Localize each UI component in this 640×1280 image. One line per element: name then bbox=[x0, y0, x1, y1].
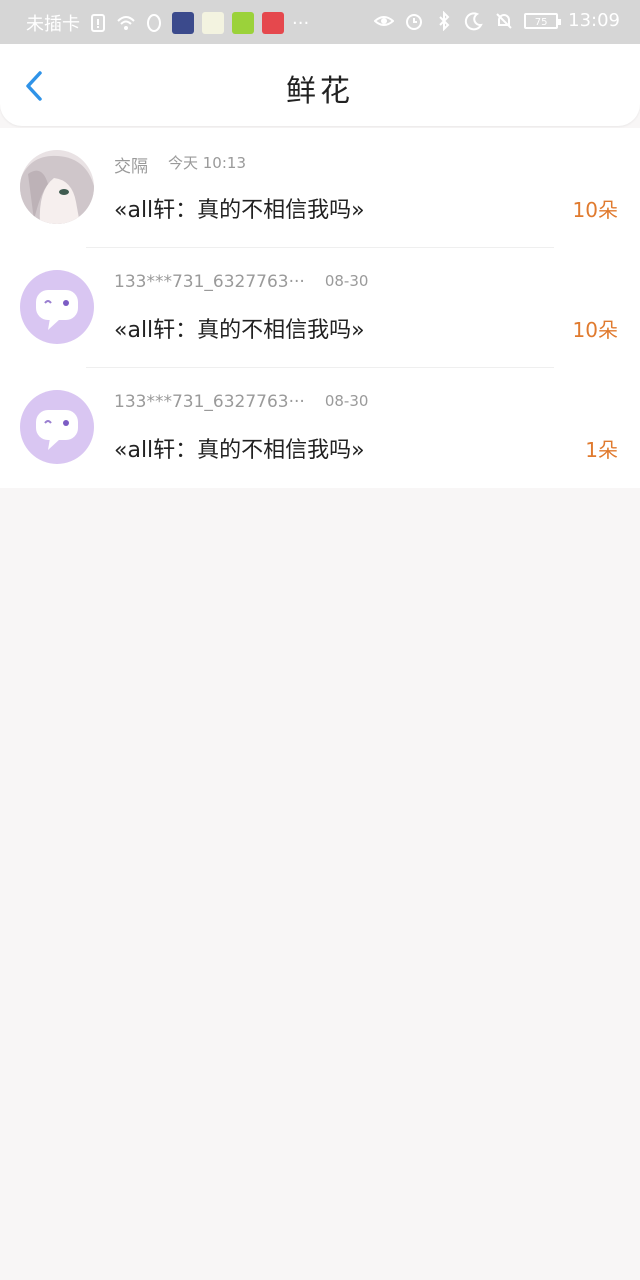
item-meta: 133***731_6327763··· 08-30 bbox=[114, 272, 368, 292]
battery-icon: 75 bbox=[524, 12, 562, 29]
flower-count: 1朵 bbox=[585, 438, 618, 462]
item-time: 今天 10:13 bbox=[168, 154, 246, 172]
mute-bell-icon bbox=[496, 12, 512, 29]
anime-avatar-image bbox=[20, 150, 94, 224]
app-avatar-icon bbox=[172, 12, 194, 34]
wifi-icon bbox=[117, 16, 135, 30]
item-time: 08-30 bbox=[324, 272, 369, 290]
eye-icon bbox=[374, 15, 395, 26]
status-left: 未插卡 ··· bbox=[26, 10, 309, 36]
sunflower-app-icon bbox=[202, 12, 224, 34]
status-right: 75 13:09 bbox=[374, 10, 620, 31]
alarm-icon bbox=[406, 13, 423, 30]
carrier-label: 未插卡 bbox=[26, 14, 80, 35]
item-message: «all轩：真的不相信我吗» bbox=[114, 318, 365, 343]
sender-name: 133***731_6327763··· bbox=[114, 272, 305, 292]
flower-count: 10朵 bbox=[572, 198, 618, 222]
header-bar: 鲜花 bbox=[0, 44, 640, 126]
more-notifications-icon: ··· bbox=[292, 12, 310, 34]
red-app-icon bbox=[262, 12, 284, 34]
item-meta: 交隔 今天 10:13 bbox=[114, 152, 246, 177]
bluetooth-icon bbox=[439, 10, 450, 31]
list-item[interactable]: 133***731_6327763··· 08-30 «all轩：真的不相信我吗… bbox=[0, 248, 640, 368]
page-title: 鲜花 bbox=[286, 74, 354, 109]
item-message: «all轩：真的不相信我吗» bbox=[114, 438, 365, 463]
green-app-icon bbox=[232, 12, 254, 34]
flower-count: 10朵 bbox=[572, 318, 618, 342]
sim-alert-icon bbox=[91, 14, 105, 32]
avatar[interactable] bbox=[20, 150, 94, 224]
moon-icon bbox=[465, 11, 483, 30]
list-item[interactable]: 133***731_6327763··· 08-30 «all轩：真的不相信我吗… bbox=[0, 368, 640, 488]
flower-list: 交隔 今天 10:13 «all轩：真的不相信我吗» 10朵 133***731… bbox=[0, 128, 640, 488]
item-message: «all轩：真的不相信我吗» bbox=[114, 198, 365, 223]
avatar[interactable] bbox=[20, 270, 94, 344]
status-bar: 未插卡 ··· 75 13:09 bbox=[0, 0, 640, 44]
qq-icon bbox=[147, 14, 161, 32]
item-time: 08-30 bbox=[324, 392, 369, 410]
item-meta: 133***731_6327763··· 08-30 bbox=[114, 392, 368, 412]
sender-name: 交隔 bbox=[114, 157, 148, 177]
list-item[interactable]: 交隔 今天 10:13 «all轩：真的不相信我吗» 10朵 bbox=[0, 128, 640, 248]
clock: 13:09 bbox=[568, 10, 620, 31]
battery-level: 75 bbox=[534, 16, 548, 28]
sender-name: 133***731_6327763··· bbox=[114, 392, 305, 412]
chat-bubble-avatar-icon bbox=[36, 290, 78, 330]
chat-bubble-avatar-icon bbox=[36, 410, 78, 450]
avatar[interactable] bbox=[20, 390, 94, 464]
